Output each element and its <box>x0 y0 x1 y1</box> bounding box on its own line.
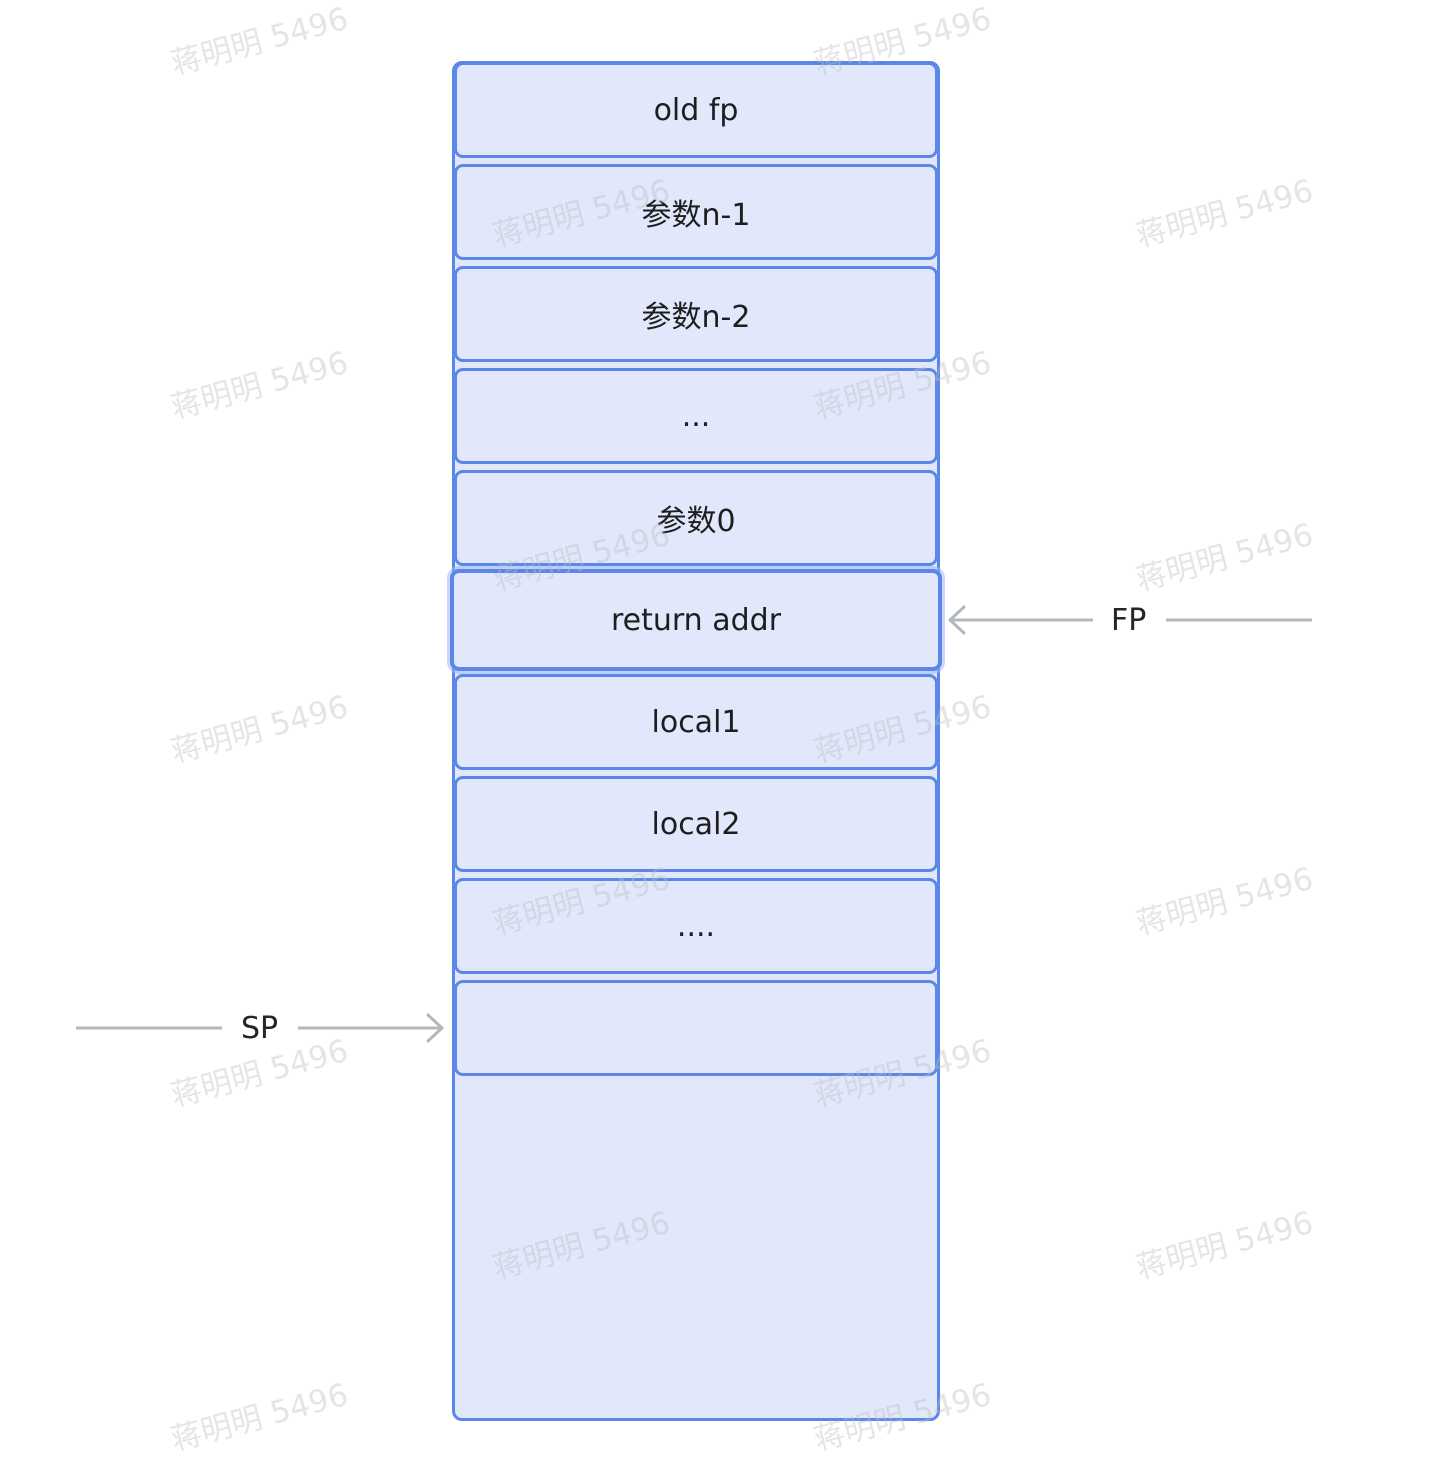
sp-label: SP <box>241 1011 279 1046</box>
stack-slot-empty <box>454 980 938 1076</box>
watermark: 蒋明明 5496 <box>1132 1204 1317 1287</box>
stack-slot-locals-ellipsis: .... <box>454 878 938 974</box>
watermark: 蒋明明 5496 <box>167 1376 352 1459</box>
watermark: 蒋明明 5496 <box>167 344 352 427</box>
slot-label: .... <box>676 908 716 944</box>
slot-label: ... <box>681 398 711 434</box>
slot-label: return addr <box>610 602 782 638</box>
fp-arrow-head <box>948 605 966 635</box>
watermark: 蒋明明 5496 <box>1132 516 1317 599</box>
stack-slot-params-ellipsis: ... <box>454 368 938 464</box>
stack-slot-return-addr: return addr <box>450 569 942 671</box>
stack-slot-local2: local2 <box>454 776 938 872</box>
fp-label: FP <box>1111 603 1147 638</box>
slot-label: local1 <box>651 704 741 740</box>
stack-slot-old-fp: old fp <box>454 62 938 158</box>
slot-label: old fp <box>653 92 739 128</box>
slot-label: 参数0 <box>656 504 736 539</box>
sp-arrow-head <box>426 1013 444 1043</box>
stack-slot-param-n-2: 参数n-2 <box>454 266 938 362</box>
slot-label: 参数n-2 <box>641 300 751 335</box>
stack-slot-param-0: 参数0 <box>454 470 938 566</box>
watermark: 蒋明明 5496 <box>167 688 352 771</box>
watermark: 蒋明明 5496 <box>1132 860 1317 943</box>
stack-slot-param-n-1: 参数n-1 <box>454 164 938 260</box>
slot-label: 参数n-1 <box>641 198 751 233</box>
stack-slot-local1: local1 <box>454 674 938 770</box>
watermark: 蒋明明 5496 <box>167 0 352 83</box>
slot-label: local2 <box>651 806 741 842</box>
watermark: 蒋明明 5496 <box>1132 172 1317 255</box>
